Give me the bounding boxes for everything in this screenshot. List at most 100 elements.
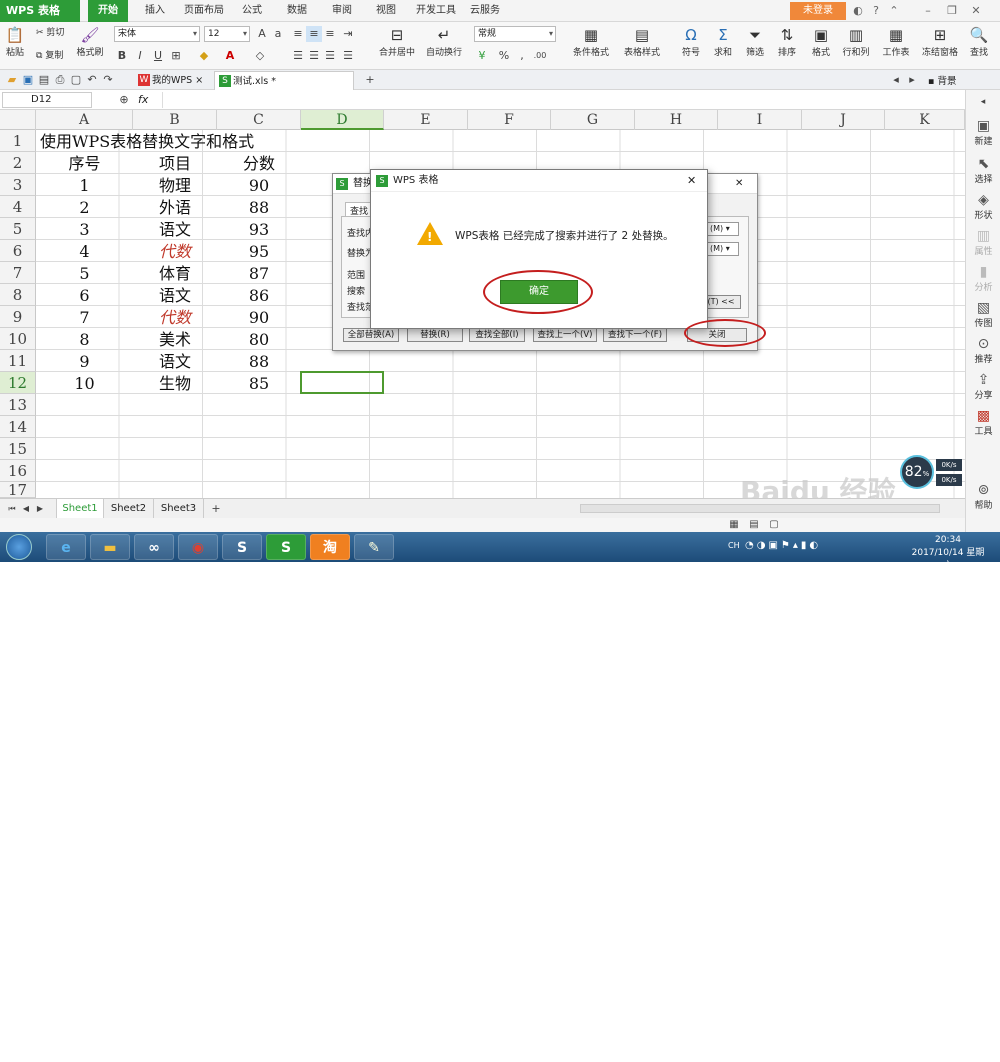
- sheet-tab-3[interactable]: Sheet3: [154, 499, 204, 518]
- copy-button[interactable]: ⧉ 复制: [36, 48, 72, 61]
- tab-insert[interactable]: 插入: [145, 0, 165, 22]
- symbol-button[interactable]: Ω 符号: [676, 25, 706, 58]
- table-cell[interactable]: 9: [36, 351, 133, 373]
- table-cell[interactable]: 外语: [133, 197, 217, 219]
- currency-icon[interactable]: ¥: [474, 48, 490, 64]
- sheet-tab-2[interactable]: Sheet2: [104, 499, 154, 518]
- ie-icon[interactable]: e: [46, 534, 86, 560]
- replaced-cell[interactable]: 代数: [133, 307, 217, 329]
- table-cell[interactable]: 生物: [133, 373, 217, 395]
- tab-review[interactable]: 审阅: [332, 0, 352, 22]
- redo-icon[interactable]: ↷: [100, 72, 116, 88]
- page-view-icon[interactable]: ▤: [746, 517, 762, 533]
- tab-test-xls[interactable]: S 测试.xls *: [214, 71, 354, 90]
- table-cell[interactable]: 5: [36, 263, 133, 285]
- header-cell[interactable]: 序号: [36, 153, 133, 175]
- tab-developer[interactable]: 开发工具: [416, 0, 456, 22]
- row-header[interactable]: 4: [0, 196, 36, 218]
- panel-properties[interactable]: ▥ 属性: [966, 228, 1000, 257]
- column-header-K[interactable]: K: [885, 110, 965, 130]
- bold-icon[interactable]: B: [114, 48, 130, 64]
- help-icon[interactable]: ?: [868, 3, 884, 19]
- replace-format-select[interactable]: (M) ▾: [707, 242, 739, 256]
- panel-recommend[interactable]: ⊙ 推荐: [966, 336, 1000, 365]
- table-cell[interactable]: 6: [36, 285, 133, 307]
- network-speed-widget[interactable]: 82% 0K/s 0K/s: [900, 455, 962, 491]
- merge-center-button[interactable]: ⊟ 合并居中: [372, 25, 422, 58]
- table-cell[interactable]: 2: [36, 197, 133, 219]
- pdf-icon[interactable]: ▤: [36, 72, 52, 88]
- right-arrow-icon[interactable]: ▸: [904, 72, 920, 88]
- format-painter-button[interactable]: 🖌 格式刷: [76, 25, 104, 58]
- save-icon[interactable]: ▣: [20, 72, 36, 88]
- align-left-icon[interactable]: ☰: [290, 48, 306, 64]
- tray-icons[interactable]: ◔◑▣⚑▴▮◐: [745, 540, 821, 551]
- find-button[interactable]: 🔍 查找: [964, 25, 994, 58]
- formula-input[interactable]: [162, 92, 960, 108]
- tab-data[interactable]: 数据: [287, 0, 307, 22]
- worksheet-button[interactable]: ▦ 工作表: [878, 25, 914, 58]
- table-cell[interactable]: 体育: [133, 263, 217, 285]
- align-right-icon[interactable]: ☰: [322, 48, 338, 64]
- underline-icon[interactable]: U: [150, 48, 166, 64]
- background-button[interactable]: ▪ 背景: [928, 73, 957, 87]
- wps-spreadsheet-icon[interactable]: S: [266, 534, 306, 560]
- column-header-B[interactable]: B: [133, 110, 217, 130]
- border-icon[interactable]: ⊞: [168, 48, 184, 64]
- find-next-button[interactable]: 查找下一个(F): [603, 328, 667, 342]
- align-top-icon[interactable]: ≡: [290, 26, 306, 42]
- table-cell[interactable]: 86: [217, 285, 301, 307]
- collapse-panel-icon[interactable]: ◂: [975, 94, 991, 110]
- tab-page-layout[interactable]: 页面布局: [184, 0, 224, 22]
- restore-icon[interactable]: ❐: [944, 3, 960, 19]
- row-header[interactable]: 10: [0, 328, 36, 350]
- print-icon[interactable]: ⎙: [52, 72, 68, 88]
- row-header[interactable]: 1: [0, 130, 36, 152]
- table-cell[interactable]: 语文: [133, 219, 217, 241]
- row-header[interactable]: 9: [0, 306, 36, 328]
- tab-view[interactable]: 视图: [376, 0, 396, 22]
- row-header[interactable]: 15: [0, 438, 36, 460]
- row-col-button[interactable]: ▥ 行和列: [838, 25, 874, 58]
- column-header-H[interactable]: H: [635, 110, 718, 130]
- fill-color-icon[interactable]: ◆: [196, 48, 212, 64]
- panel-analyze[interactable]: ▮ 分析: [966, 264, 1000, 293]
- sort-button[interactable]: ⇅ 排序: [772, 25, 802, 58]
- row-header[interactable]: 16: [0, 460, 36, 482]
- left-arrow-icon[interactable]: ◂: [888, 72, 904, 88]
- filter-button[interactable]: ⏷ 筛选: [740, 25, 770, 58]
- increase-decimal-icon[interactable]: .00: [532, 48, 548, 64]
- table-cell[interactable]: 10: [36, 373, 133, 395]
- up-arrow-icon[interactable]: ⌃: [886, 3, 902, 19]
- row-header[interactable]: 13: [0, 394, 36, 416]
- table-cell[interactable]: 语文: [133, 351, 217, 373]
- table-cell[interactable]: 80: [217, 329, 301, 351]
- next-sheet-icon[interactable]: ▶: [32, 501, 48, 517]
- sheet-title-cell[interactable]: 使用WPS表格替换文字和格式: [40, 131, 254, 153]
- language-indicator[interactable]: CH: [728, 541, 740, 550]
- column-header-J[interactable]: J: [802, 110, 885, 130]
- table-cell[interactable]: 93: [217, 219, 301, 241]
- table-cell[interactable]: 90: [217, 307, 301, 329]
- row-header[interactable]: 2: [0, 152, 36, 174]
- table-cell[interactable]: 美术: [133, 329, 217, 351]
- sum-button[interactable]: Σ 求和: [708, 25, 738, 58]
- horizontal-scrollbar[interactable]: [580, 504, 940, 513]
- table-cell[interactable]: 语文: [133, 285, 217, 307]
- new-tab-icon[interactable]: +: [362, 72, 378, 88]
- name-box[interactable]: D12: [2, 92, 92, 108]
- freeze-panes-button[interactable]: ⊞ 冻结窗格: [918, 25, 962, 58]
- tab-cloud[interactable]: 云服务: [470, 0, 500, 22]
- panel-new[interactable]: ▣ 新建: [966, 118, 1000, 147]
- row-header[interactable]: 14: [0, 416, 36, 438]
- sheet-tab-1[interactable]: Sheet1: [56, 499, 104, 518]
- skin-icon[interactable]: ◐: [850, 3, 866, 19]
- panel-select[interactable]: ⬉ 选择: [966, 156, 1000, 185]
- row-header[interactable]: 11: [0, 350, 36, 372]
- panel-shape[interactable]: ◈ 形状: [966, 192, 1000, 221]
- close-icon[interactable]: ✕: [735, 178, 743, 189]
- align-bottom-icon[interactable]: ≡: [322, 26, 338, 42]
- paint-icon[interactable]: ✎: [354, 534, 394, 560]
- row-header[interactable]: 12: [0, 372, 36, 394]
- table-cell[interactable]: 88: [217, 197, 301, 219]
